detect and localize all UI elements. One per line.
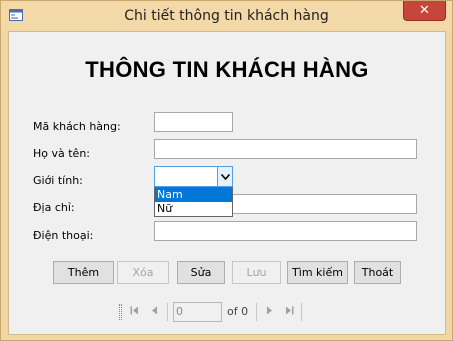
add-button[interactable]: Thêm (53, 261, 114, 284)
close-button[interactable]: ✕ (403, 1, 446, 21)
navigator-separator (167, 303, 168, 321)
edit-button[interactable]: Sửa (177, 261, 225, 284)
gender-option-nam[interactable]: Nam (155, 188, 232, 202)
customer-id-input[interactable] (154, 112, 233, 132)
search-button[interactable]: Tìm kiếm (287, 261, 348, 284)
address-label: Địa chỉ: (33, 201, 75, 214)
navigator-separator (301, 303, 302, 321)
chevron-down-icon[interactable] (217, 167, 232, 186)
toolbar-grip[interactable] (119, 304, 122, 320)
customer-id-label: Mã khách hàng: (33, 120, 121, 133)
title-bar[interactable]: Chi tiết thông tin khách hàng ✕ (1, 1, 452, 31)
record-count-label: of 0 (227, 305, 249, 318)
form-heading: THÔNG TIN KHÁCH HÀNG (85, 57, 369, 82)
phone-label: Điện thoại: (33, 229, 94, 242)
gender-combobox[interactable] (154, 166, 233, 187)
binding-navigator: 0 of 0 (119, 301, 309, 323)
delete-button[interactable]: Xóa (117, 261, 169, 284)
gender-label: Giới tính: (33, 174, 83, 187)
move-first-icon[interactable] (127, 304, 141, 320)
window-title: Chi tiết thông tin khách hàng (124, 8, 329, 24)
form-client-area: THÔNG TIN KHÁCH HÀNG Mã khách hàng: Họ v… (8, 31, 446, 335)
navigator-separator (256, 303, 257, 321)
phone-input[interactable] (154, 221, 417, 241)
gender-dropdown-list: Nam Nữ (154, 187, 233, 217)
exit-button[interactable]: Thoát (354, 261, 401, 284)
move-last-icon[interactable] (282, 304, 296, 320)
full-name-label: Họ và tên: (33, 147, 91, 160)
gender-option-nu[interactable]: Nữ (155, 202, 232, 216)
save-button[interactable]: Lưu (232, 261, 281, 284)
move-previous-icon[interactable] (147, 304, 161, 320)
full-name-input[interactable] (154, 139, 417, 159)
main-window: Chi tiết thông tin khách hàng ✕ THÔNG TI… (0, 0, 453, 341)
move-next-icon[interactable] (262, 304, 276, 320)
position-input[interactable]: 0 (173, 302, 222, 322)
